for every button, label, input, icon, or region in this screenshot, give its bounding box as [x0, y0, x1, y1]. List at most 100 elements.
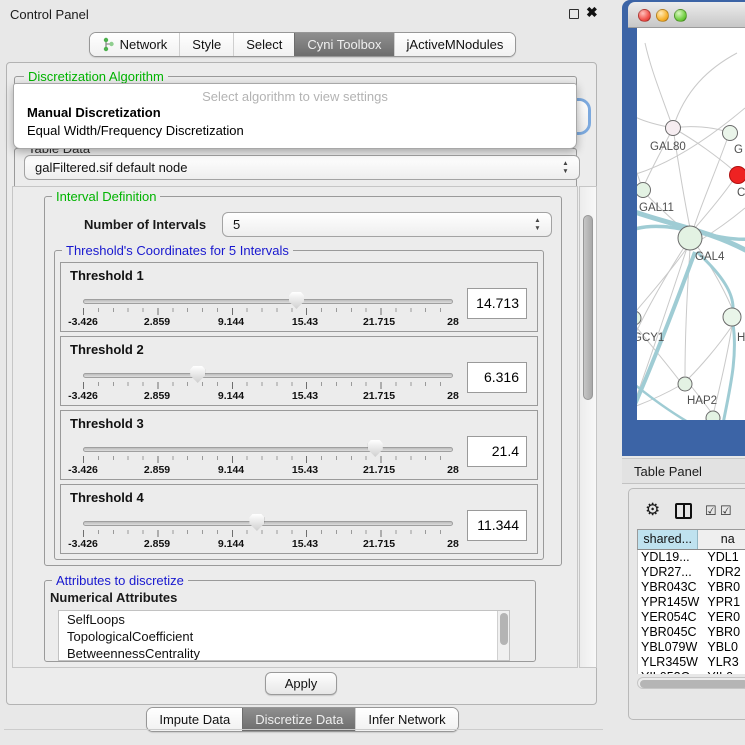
tab-infer-network[interactable]: Infer Network: [355, 708, 457, 731]
window-close-icon[interactable]: [638, 9, 651, 22]
threshold-label: Threshold 2: [70, 342, 144, 357]
node-label: GAL4: [695, 251, 725, 263]
threshold-slider-track[interactable]: [83, 299, 453, 304]
node-partial-right[interactable]: [723, 308, 741, 326]
node-hap2[interactable]: [678, 377, 692, 391]
tab-select[interactable]: Select: [233, 33, 294, 56]
node-partial-top[interactable]: [723, 126, 738, 141]
list-scrollbar[interactable]: [497, 611, 509, 660]
table-row[interactable]: YDL19...YDL1: [638, 550, 745, 565]
threshold-value-field[interactable]: 21.4: [467, 436, 527, 467]
network-window-titlebar[interactable]: [628, 2, 745, 28]
threshold-panel-4: Threshold 4 -3.426 2.859 9.144 15.43 21.…: [60, 484, 538, 554]
table-row[interactable]: YBR045CYBR0: [638, 625, 745, 640]
scrollbar-thumb[interactable]: [640, 680, 745, 688]
threshold-slider-track[interactable]: [83, 447, 453, 452]
table-row[interactable]: YDR27...YDR2: [638, 565, 745, 580]
tick-label: 2.859: [144, 464, 170, 476]
menu-item-equal-width-frequency[interactable]: Equal Width/Frequency Discretization: [14, 122, 576, 140]
threshold-label: Threshold 4: [70, 490, 144, 505]
stepper-icon: ▲▼: [561, 160, 570, 175]
node-gal4[interactable]: [678, 226, 702, 250]
table-panel-header: Table Panel: [622, 458, 745, 484]
node-label: G: [734, 144, 743, 156]
apply-button[interactable]: Apply: [265, 672, 337, 695]
slider-thumb[interactable]: [368, 440, 383, 457]
threshold-slider-track[interactable]: [83, 373, 453, 378]
threshold-value-field[interactable]: 11.344: [467, 510, 527, 541]
slider-thumb[interactable]: [190, 366, 205, 383]
tick-label: 15.43: [292, 390, 318, 402]
vertical-scrollbar[interactable]: [579, 186, 597, 668]
column-header-shared-name[interactable]: shared...: [638, 530, 698, 549]
settings-gear-icon[interactable]: ⚙: [645, 501, 660, 519]
list-item[interactable]: SelfLoops: [59, 611, 509, 628]
list-item[interactable]: TopologicalCoefficient: [59, 628, 509, 645]
top-tab-bar: Network Style Select Cyni Toolbox jActiv…: [0, 32, 605, 57]
tab-jactivemnodules[interactable]: jActiveMNodules: [394, 33, 516, 56]
attributes-group-title: Attributes to discretize: [52, 574, 188, 587]
node-label: GAL80: [650, 141, 686, 153]
tick-label: -3.426: [68, 390, 98, 402]
scrollbar-thumb[interactable]: [500, 613, 508, 645]
tick-label: 2.859: [144, 538, 170, 550]
column-layout-icon[interactable]: [675, 503, 692, 519]
node-label: GAL11: [639, 202, 674, 214]
threshold-slider-track[interactable]: [83, 521, 453, 526]
node-gal80[interactable]: [666, 121, 681, 136]
table-row[interactable]: YER054CYER0: [638, 610, 745, 625]
tab-network[interactable]: Network: [90, 33, 180, 56]
network-view-window: GAL80 G C GAL11 GAL4 GCY1 H HAP2: [622, 0, 745, 456]
window-zoom-icon[interactable]: [674, 9, 687, 22]
threshold-panel-1: Threshold 1 -3.426 2.859 9.144 15.43 21.…: [60, 262, 538, 332]
num-intervals-label: Number of Intervals: [84, 217, 206, 232]
tab-cyni-toolbox[interactable]: Cyni Toolbox: [294, 33, 393, 56]
slider-ticks: [83, 456, 454, 463]
tick-label: 28: [447, 390, 459, 402]
window-minimize-icon[interactable]: [656, 9, 669, 22]
network-canvas[interactable]: GAL80 G C GAL11 GAL4 GCY1 H HAP2: [637, 28, 745, 420]
dropdown-placeholder: Select algorithm to view settings: [14, 89, 576, 104]
tick-label: 28: [447, 538, 459, 550]
scrollbar-thumb[interactable]: [583, 215, 593, 400]
table-row[interactable]: YLR345WYLR3: [638, 655, 745, 670]
tab-label: Network: [120, 36, 168, 53]
table-row[interactable]: YBR043CYBR0: [638, 580, 745, 595]
threshold-value-field[interactable]: 6.316: [467, 362, 527, 393]
node-label: H: [737, 332, 745, 344]
list-item[interactable]: BetweennessCentrality: [59, 645, 509, 661]
table-row[interactable]: YIL052CYIL0: [638, 670, 745, 674]
float-panel-icon[interactable]: [569, 9, 579, 19]
horizontal-scrollbar[interactable]: [637, 677, 745, 689]
tick-label: 21.715: [363, 316, 395, 328]
table-row[interactable]: YPR145WYPR1: [638, 595, 745, 610]
slider-thumb[interactable]: [249, 514, 264, 531]
table-data-combobox[interactable]: galFiltered.sif default node ▲▼: [24, 155, 580, 180]
close-panel-icon[interactable]: ✖: [586, 4, 598, 21]
show-column-checkbox-icon[interactable]: ☑: [720, 504, 732, 517]
node-gal11[interactable]: [637, 183, 651, 198]
show-column-checkbox-icon[interactable]: ☑: [705, 504, 717, 517]
tick-label: 9.144: [218, 538, 244, 550]
threshold-value-field[interactable]: 14.713: [467, 288, 527, 319]
tick-label: 9.144: [218, 390, 244, 402]
tab-discretize-data[interactable]: Discretize Data: [242, 708, 355, 731]
table-row[interactable]: YBL079WYBL0: [638, 640, 745, 655]
threshold-panel-2: Threshold 2 -3.426 2.859 9.144 15.43 21.…: [60, 336, 538, 406]
column-header-name[interactable]: na: [698, 530, 745, 549]
slider-thumb[interactable]: [289, 292, 304, 309]
tick-label: 15.43: [292, 464, 318, 476]
tick-label: 28: [447, 464, 459, 476]
tick-label: -3.426: [68, 538, 98, 550]
slider-ticks: [83, 308, 454, 315]
node-red-selected[interactable]: [730, 167, 745, 184]
node-partial-bottom[interactable]: [706, 411, 720, 420]
tick-label: 21.715: [363, 464, 395, 476]
tab-impute-data[interactable]: Impute Data: [147, 708, 242, 731]
threshold-coords-title: Threshold's Coordinates for 5 Intervals: [62, 244, 293, 257]
tick-label: -3.426: [68, 464, 98, 476]
num-intervals-combobox[interactable]: 5 ▲▼: [222, 212, 552, 237]
tab-style[interactable]: Style: [179, 33, 233, 56]
table-panel-title: Table Panel: [634, 464, 702, 479]
menu-item-manual-discretization[interactable]: Manual Discretization: [14, 104, 576, 122]
